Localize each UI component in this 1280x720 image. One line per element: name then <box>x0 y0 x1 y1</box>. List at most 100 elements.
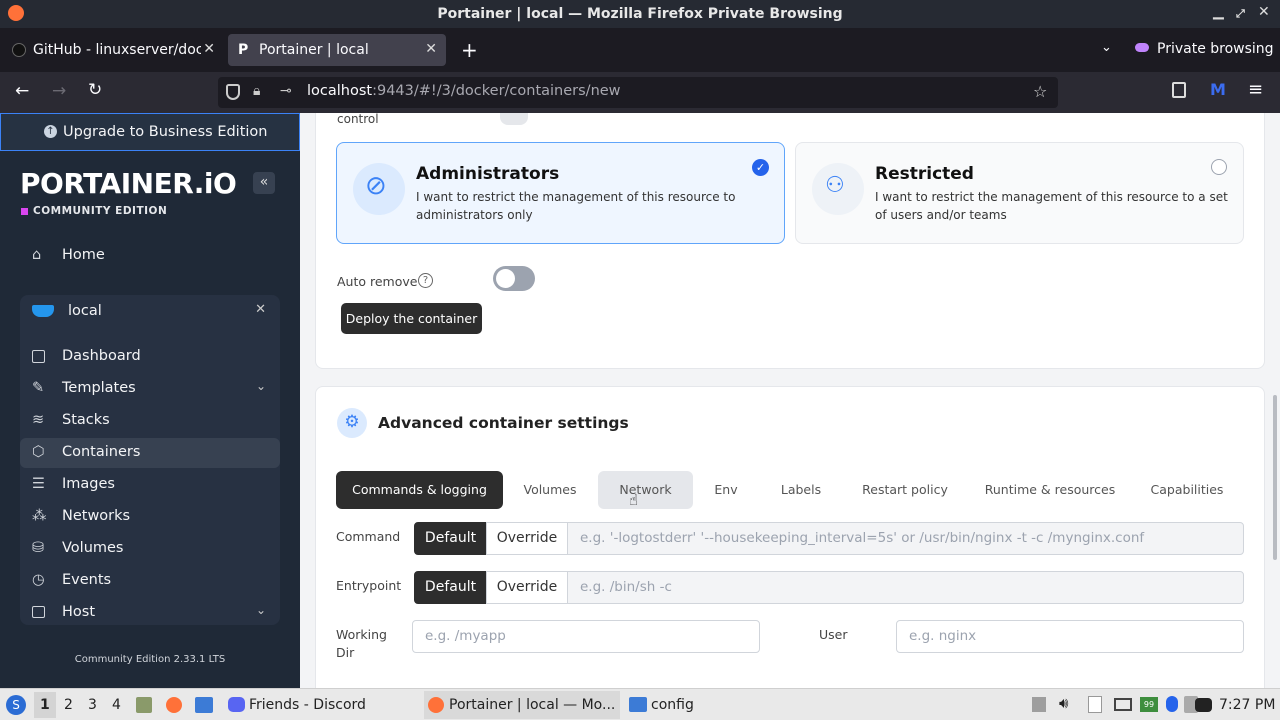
main-content: control ⊘ Administrators I want to restr… <box>300 113 1280 688</box>
check-icon[interactable]: ✓ <box>752 159 769 176</box>
tab-labels[interactable]: Labels <box>766 471 836 509</box>
sidebar-item-home[interactable]: ⌂ Home <box>20 241 280 271</box>
sidebar-item-stacks[interactable]: ≋ Stacks <box>20 406 280 436</box>
command-input[interactable]: e.g. '-logtostderr' '--housekeeping_inte… <box>567 522 1244 555</box>
task-config[interactable]: config <box>651 697 694 713</box>
discord-tray-icon[interactable] <box>1195 698 1212 712</box>
deploy-container-button[interactable]: Deploy the container <box>341 303 482 334</box>
clipboard-icon[interactable] <box>1088 696 1102 713</box>
workspace-2[interactable]: 2 <box>64 697 73 713</box>
sidebar-item-images[interactable]: ☰ Images <box>20 470 280 500</box>
maximize-icon[interactable]: ⤢ <box>1236 7 1245 21</box>
working-dir-label-line1: Working <box>336 627 387 642</box>
entrypoint-label: Entrypoint <box>336 578 402 593</box>
new-tab-icon[interactable]: + <box>461 38 478 62</box>
sidebar-item-templates[interactable]: ✎ Templates ⌄ <box>20 374 280 404</box>
task-portainer[interactable]: Portainer | local — Mo... <box>449 697 615 713</box>
url-path: :9443/#!/3/docker/containers/new <box>372 83 621 99</box>
bookmark-star-icon[interactable]: ☆ <box>1033 82 1047 101</box>
collapse-sidebar-icon[interactable]: « <box>253 172 275 194</box>
tab-label: GitHub - linuxserver/dock <box>33 42 201 58</box>
url-text[interactable]: localhost:9443/#!/3/docker/containers/ne… <box>307 83 621 99</box>
chevron-down-icon[interactable]: ⌄ <box>256 379 266 393</box>
list-tabs-icon[interactable]: ⌄ <box>1101 40 1112 55</box>
upgrade-banner[interactable]: ↑ Upgrade to Business Edition <box>0 113 300 151</box>
sidebar-item-label: Home <box>62 247 105 263</box>
workspace-3[interactable]: 3 <box>88 697 97 713</box>
command-default-button[interactable]: Default <box>414 522 487 555</box>
sidebar-item-networks[interactable]: ⁂ Networks <box>20 502 280 532</box>
back-icon[interactable]: ← <box>15 81 29 101</box>
page-scrollbar[interactable] <box>1273 395 1277 560</box>
volume-icon[interactable]: 🔊︎ <box>1059 694 1068 712</box>
working-dir-input[interactable]: e.g. /myapp <box>412 620 760 653</box>
user-input[interactable]: e.g. nginx <box>896 620 1244 653</box>
start-menu-icon[interactable]: S <box>6 695 26 715</box>
host-icon <box>32 606 45 618</box>
tab-env[interactable]: Env <box>700 471 752 509</box>
auto-remove-toggle[interactable] <box>493 266 535 291</box>
url-bar[interactable]: 🔒︎ ⊸ localhost:9443/#!/3/docker/containe… <box>218 77 1058 108</box>
clock: 7:27 PM <box>1219 697 1276 713</box>
network-icon[interactable] <box>1114 698 1132 711</box>
events-icon: ◷ <box>32 572 45 588</box>
stacks-icon: ≋ <box>32 412 45 428</box>
command-override-button[interactable]: Override <box>486 522 568 555</box>
tab-portainer[interactable]: P Portainer | local ✕ <box>228 34 446 66</box>
extensions-icon[interactable] <box>1172 82 1186 98</box>
sidebar-item-volumes[interactable]: ⛁ Volumes <box>20 534 280 564</box>
access-control-toggle[interactable] <box>500 113 528 125</box>
sidebar-item-label: Events <box>62 572 112 588</box>
tab-github[interactable]: GitHub - linuxserver/dock ✕ <box>2 34 224 66</box>
entrypoint-input[interactable]: e.g. /bin/sh -c <box>567 571 1244 604</box>
close-environment-icon[interactable]: ✕ <box>255 302 266 317</box>
permissions-icon[interactable]: ⊸ <box>280 83 292 99</box>
option-description: I want to restrict the management of thi… <box>875 190 1228 222</box>
option-administrators[interactable]: ⊘ Administrators I want to restrict the … <box>336 142 785 244</box>
close-window-icon[interactable]: ✕ <box>1258 4 1270 20</box>
minimize-icon[interactable]: ▁ <box>1213 4 1224 20</box>
desktop-icon[interactable] <box>195 697 213 713</box>
sidebar-item-label: Stacks <box>62 412 110 428</box>
templates-icon: ✎ <box>32 380 45 396</box>
environment-header[interactable]: local ✕ <box>20 297 280 327</box>
reload-icon[interactable]: ↻ <box>88 80 102 100</box>
window-titlebar: Portainer | local — Mozilla Firefox Priv… <box>0 0 1280 28</box>
upgrade-icon: ↑ <box>44 125 57 138</box>
forward-icon[interactable]: → <box>52 81 66 101</box>
chevron-down-icon[interactable]: ⌄ <box>256 603 266 617</box>
advanced-settings-title: Advanced container settings <box>378 414 629 432</box>
task-discord[interactable]: Friends - Discord <box>249 697 366 713</box>
tab-network[interactable]: Network <box>598 471 693 509</box>
workspace-4[interactable]: 4 <box>112 697 121 713</box>
lock-warning-icon[interactable]: 🔒︎ <box>253 83 260 99</box>
sidebar-item-containers[interactable]: ⬡ Containers <box>20 438 280 468</box>
entrypoint-default-button[interactable]: Default <box>414 571 487 604</box>
tab-runtime-resources[interactable]: Runtime & resources <box>980 471 1120 509</box>
user-label: User <box>819 627 848 642</box>
sidebar-item-host[interactable]: Host ⌄ <box>20 598 280 628</box>
help-icon[interactable]: ? <box>418 273 433 288</box>
file-manager-icon[interactable] <box>136 697 152 713</box>
tab-volumes[interactable]: Volumes <box>514 471 586 509</box>
close-tab-icon[interactable]: ✕ <box>203 41 215 57</box>
radio-icon[interactable] <box>1211 159 1227 175</box>
tab-commands-logging[interactable]: Commands & logging <box>336 471 503 509</box>
shield-icon[interactable] <box>226 84 240 100</box>
menu-icon[interactable]: ≡ <box>1248 79 1263 100</box>
close-tab-icon[interactable]: ✕ <box>425 41 437 57</box>
sidebar-item-events[interactable]: ◷ Events <box>20 566 280 596</box>
sidebar-item-dashboard[interactable]: Dashboard <box>20 342 280 372</box>
option-restricted[interactable]: ⚇ Restricted I want to restrict the mana… <box>795 142 1244 244</box>
extension-m-icon[interactable]: M <box>1210 80 1226 99</box>
firefox-launcher-icon[interactable] <box>166 697 182 713</box>
eye-off-icon: ⊘ <box>365 171 387 201</box>
battery-icon[interactable]: 99 <box>1140 697 1158 712</box>
tray-eject-icon[interactable] <box>1032 697 1046 712</box>
updates-icon[interactable] <box>1166 696 1178 712</box>
workspace-1[interactable]: 1 <box>40 697 50 713</box>
auto-remove-label: Auto remove <box>337 274 418 289</box>
entrypoint-override-button[interactable]: Override <box>486 571 568 604</box>
tab-restart-policy[interactable]: Restart policy <box>852 471 958 509</box>
tab-capabilities[interactable]: Capabilities <box>1142 471 1232 509</box>
